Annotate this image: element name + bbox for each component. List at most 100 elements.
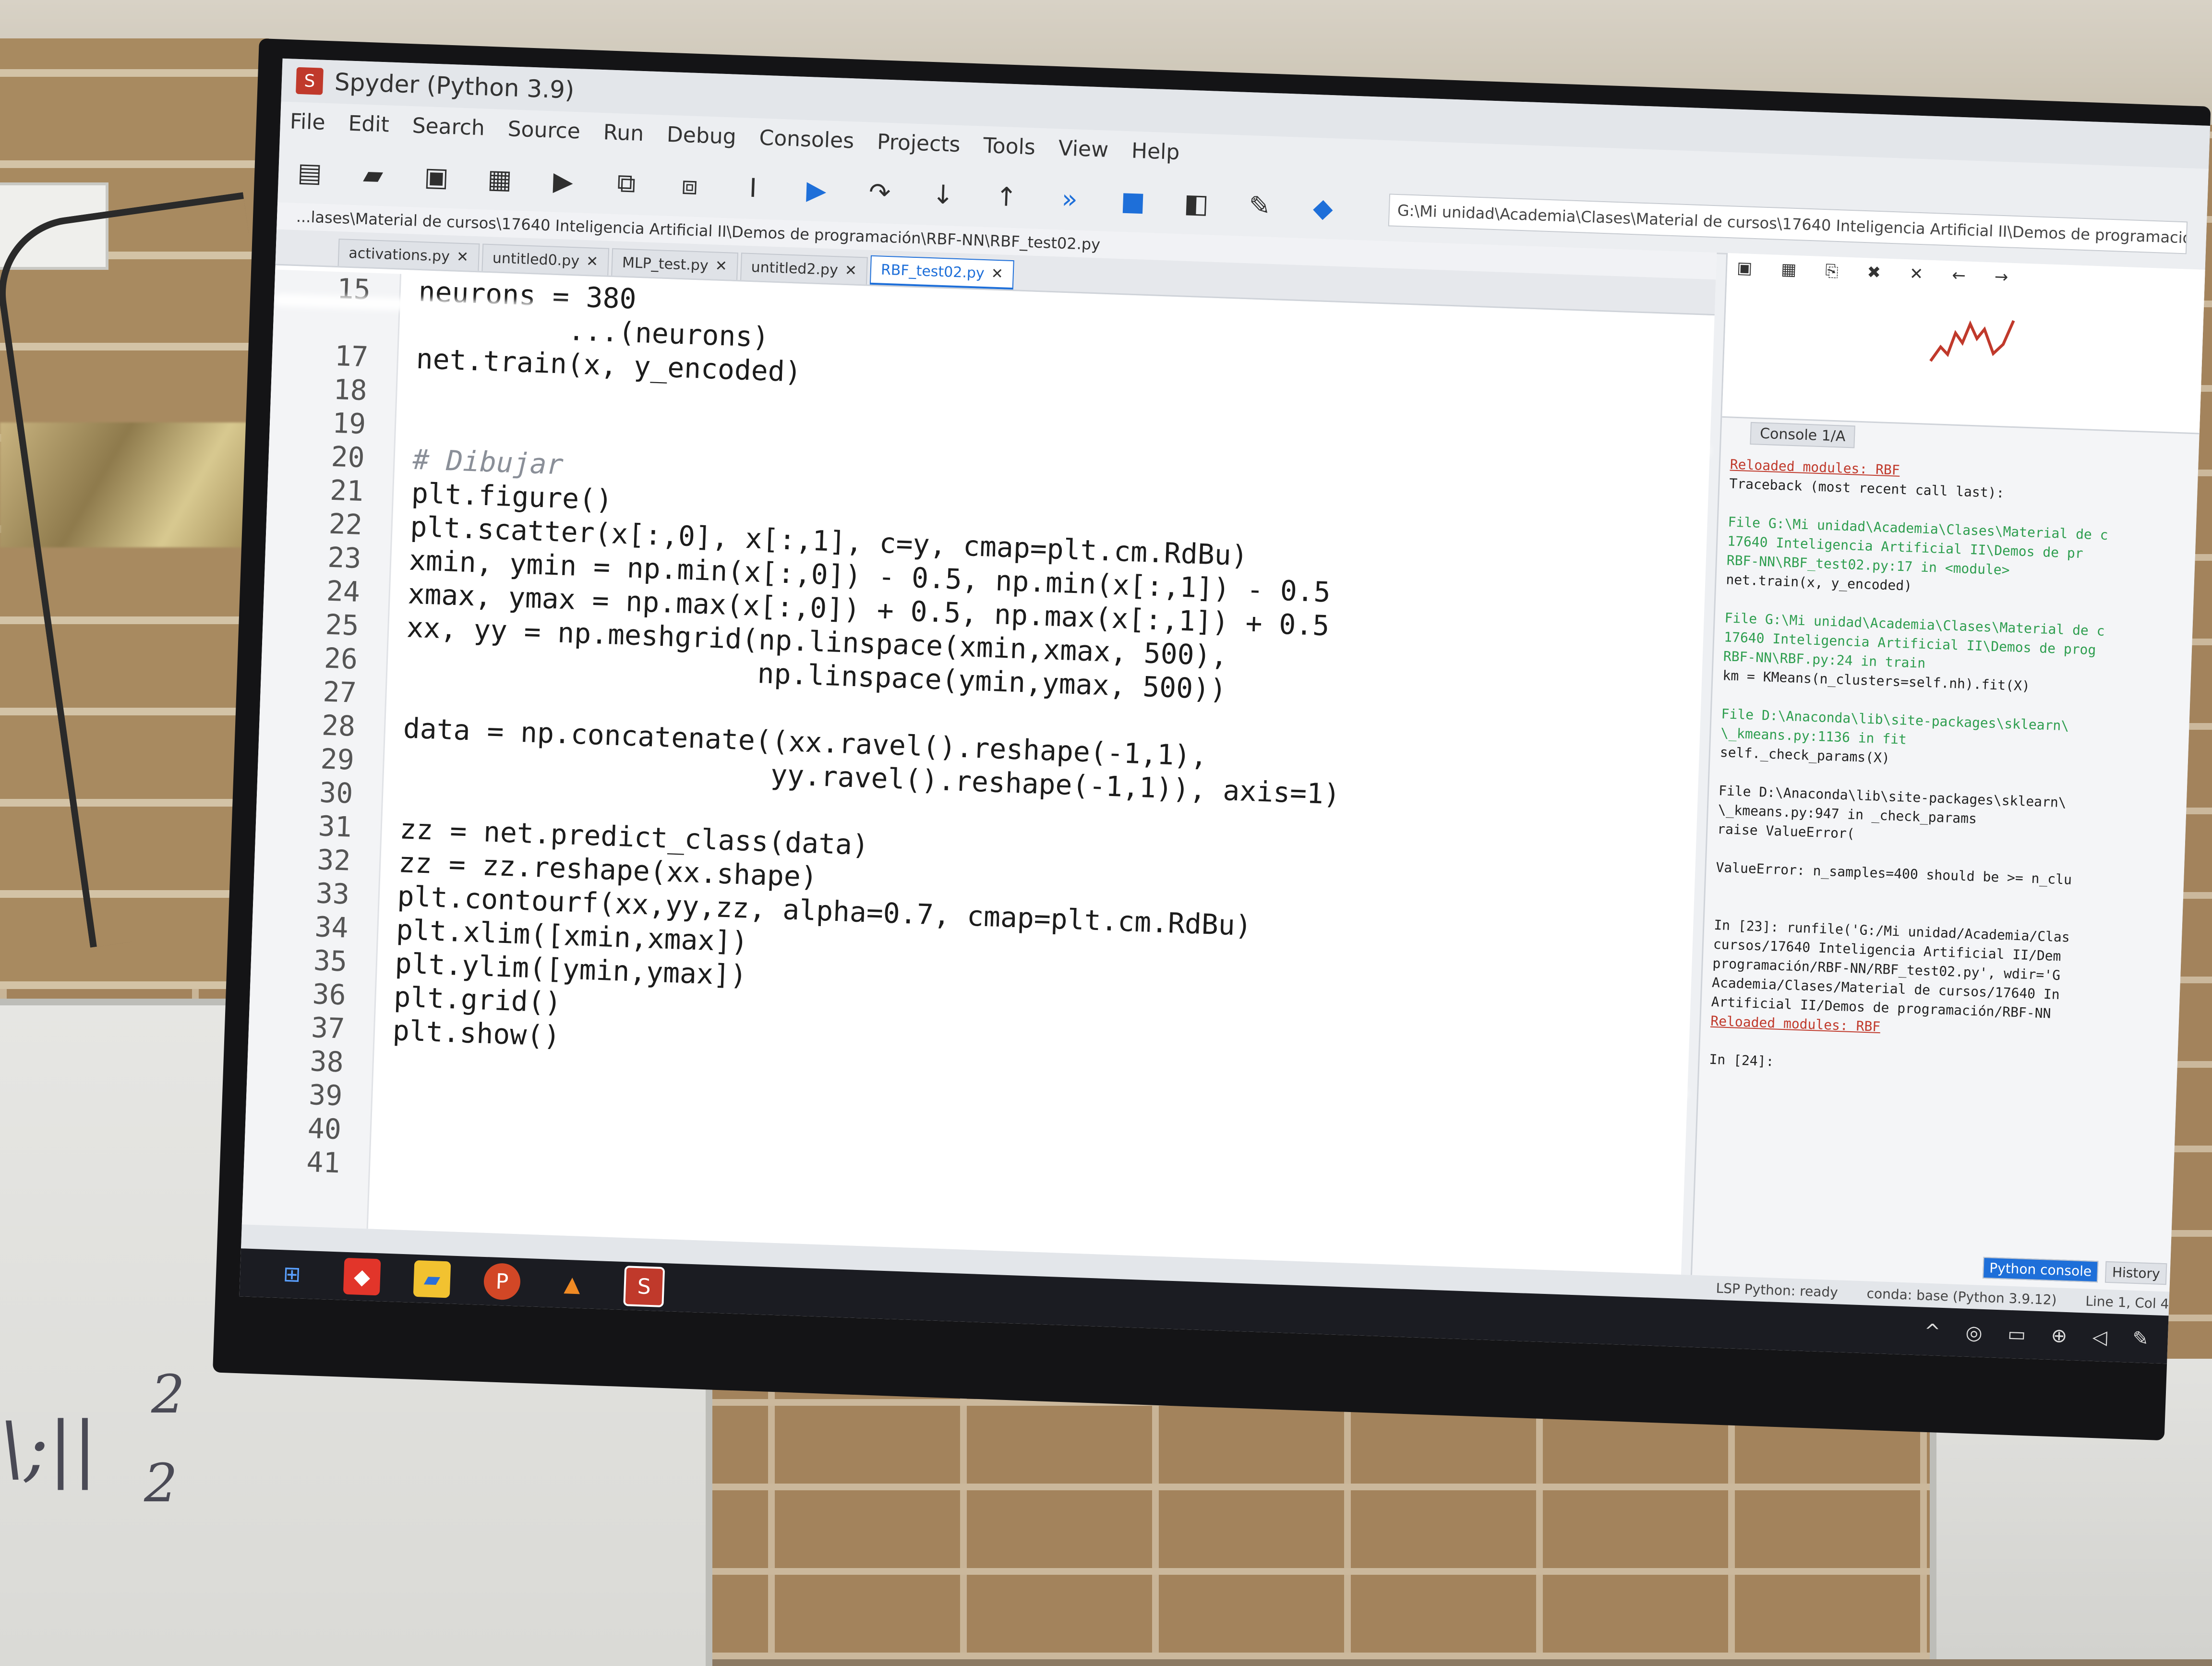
maximize-pane-icon[interactable]: ◧ — [1179, 186, 1214, 220]
network-icon[interactable]: ◎ — [1965, 1322, 1983, 1344]
menu-edit[interactable]: Edit — [348, 111, 390, 137]
open-folder-icon[interactable]: ▰ — [356, 157, 390, 192]
tab-rbf-test02[interactable]: RBF_test02.py ✕ — [869, 255, 1014, 290]
code-line: 30 — [256, 773, 401, 812]
line-number: 40 — [307, 1111, 342, 1146]
menu-source[interactable]: Source — [507, 117, 581, 144]
line-number: 36 — [312, 978, 347, 1012]
code-text: plt.grid() — [393, 980, 562, 1019]
plot-thumbnail[interactable] — [1925, 308, 2024, 379]
tab-label: activations.py — [348, 244, 450, 266]
chevron-up-icon[interactable]: ^ — [1924, 1320, 1941, 1343]
file-explorer-icon[interactable]: ▰ — [413, 1260, 451, 1298]
screen: S Spyder (Python 3.9) File Edit Search S… — [239, 58, 2211, 1364]
save-all-icon[interactable]: ▦ — [482, 161, 517, 196]
close-icon[interactable]: ✕ — [991, 266, 1003, 283]
tab-mlp-test[interactable]: MLP_test.py ✕ — [611, 248, 738, 280]
python-path-icon[interactable]: ◆ — [1306, 190, 1340, 225]
tv-monitor: S Spyder (Python 3.9) File Edit Search S… — [212, 38, 2211, 1441]
line-number: 20 — [330, 440, 365, 474]
close-icon[interactable]: ✕ — [715, 257, 727, 275]
menu-tools[interactable]: Tools — [983, 133, 1036, 159]
menu-help[interactable]: Help — [1131, 138, 1180, 164]
volume-icon[interactable]: ◁ — [2092, 1326, 2107, 1349]
powerpoint-icon[interactable]: P — [483, 1262, 521, 1301]
line-number: 34 — [314, 910, 349, 944]
new-file-icon[interactable]: ▤ — [292, 155, 327, 190]
scribble-main: \;|| — [0, 1407, 97, 1490]
close-icon[interactable]: ✕ — [456, 249, 469, 266]
line-number: 39 — [308, 1078, 343, 1112]
save-all-plots-icon[interactable]: ▦ — [1781, 260, 1797, 279]
menu-run[interactable]: Run — [603, 120, 644, 146]
matlab-icon[interactable]: ▲ — [553, 1265, 591, 1303]
remove-all-plots-icon[interactable]: ✕ — [1909, 264, 1923, 284]
stop-icon[interactable]: ■ — [1116, 184, 1150, 218]
menu-search[interactable]: Search — [412, 113, 485, 140]
code-line: 38 — [247, 1042, 392, 1080]
line-number: 17 — [334, 339, 369, 374]
tab-label: untitled2.py — [751, 259, 839, 279]
debug-icon[interactable]: ▶ — [799, 172, 833, 207]
tab-label: untitled0.py — [492, 250, 580, 270]
plots-pane: ▣ ▦ ⎘ ✖ ✕ ← → — [1722, 253, 2207, 435]
continue-icon[interactable]: » — [1052, 181, 1087, 216]
run-selection-icon[interactable]: I — [736, 170, 770, 205]
code-line: 27 — [260, 673, 405, 711]
code-text: plt.show() — [392, 1014, 561, 1053]
windows-start-icon[interactable]: ⊞ — [273, 1256, 311, 1293]
code-line: 19 — [269, 404, 414, 442]
spyder-icon[interactable]: S — [623, 1266, 665, 1308]
run-icon[interactable]: ▶ — [546, 164, 580, 198]
tab-untitled2[interactable]: untitled2.py ✕ — [740, 253, 868, 285]
pen-icon[interactable]: ✎ — [2132, 1328, 2149, 1350]
tab-activations[interactable]: activations.py ✕ — [337, 239, 480, 271]
next-plot-icon[interactable]: → — [1994, 267, 2008, 287]
menu-projects[interactable]: Projects — [877, 130, 961, 157]
line-number: 35 — [313, 944, 348, 978]
menu-consoles[interactable]: Consoles — [759, 125, 854, 153]
code-line: 18 — [270, 370, 415, 409]
line-number: 32 — [316, 843, 351, 877]
step-into-icon[interactable]: ↓ — [926, 177, 960, 212]
save-plot-icon[interactable]: ▣ — [1737, 258, 1753, 278]
remove-plot-icon[interactable]: ✖ — [1867, 263, 1881, 282]
run-cell-advance-icon[interactable]: ⧈ — [673, 168, 707, 203]
step-return-icon[interactable]: ↑ — [989, 179, 1023, 214]
save-icon[interactable]: ▣ — [419, 159, 454, 194]
code-line: 41 — [243, 1143, 388, 1181]
env-status: conda: base (Python 3.9.12) — [1866, 1285, 2057, 1308]
menu-file[interactable]: File — [289, 109, 325, 135]
line-number: 21 — [329, 473, 364, 508]
editor-pane: ...lases\Material de cursos\17640 Inteli… — [241, 202, 1717, 1275]
preferences-icon[interactable]: ✎ — [1242, 188, 1277, 223]
battery-icon[interactable]: ▭ — [2007, 1323, 2026, 1346]
line-number — [274, 320, 398, 324]
code-editor[interactable]: 15 neurons = 380 ...(neurons) 17 net.train(… — [241, 269, 1715, 1274]
console-tab[interactable]: Console 1/A — [1750, 422, 1856, 448]
line-number: 24 — [325, 574, 361, 609]
ipython-console[interactable]: Reloaded modules: RBF Traceback (most rec… — [1704, 455, 2191, 1229]
line-number: 22 — [328, 507, 363, 542]
tab-python-console[interactable]: Python console — [1982, 1256, 2099, 1283]
line-number: 25 — [325, 608, 360, 642]
prev-plot-icon[interactable]: ← — [1952, 266, 1966, 285]
globe-icon[interactable]: ⊕ — [2051, 1325, 2068, 1347]
close-icon[interactable]: ✕ — [844, 262, 857, 279]
line-number: 31 — [317, 809, 352, 844]
red-app-icon[interactable]: ◆ — [343, 1257, 381, 1296]
tab-untitled0[interactable]: untitled0.py ✕ — [481, 243, 610, 276]
copy-plot-icon[interactable]: ⎘ — [1825, 261, 1839, 281]
menu-view[interactable]: View — [1058, 136, 1109, 162]
line-number: 18 — [333, 373, 368, 407]
menu-debug[interactable]: Debug — [666, 122, 736, 149]
run-cell-icon[interactable]: ⧉ — [609, 166, 644, 201]
close-icon[interactable]: ✕ — [586, 253, 598, 270]
tab-label: RBF_test02.py — [880, 261, 985, 282]
tab-label: MLP_test.py — [622, 254, 709, 274]
spyder-logo-icon: S — [296, 67, 324, 95]
tab-history[interactable]: History — [2105, 1261, 2167, 1285]
step-icon[interactable]: ↷ — [862, 175, 897, 209]
right-pane: ▣ ▦ ⎘ ✖ ✕ ← → Console 1/A Reloaded modul… — [1690, 253, 2207, 1292]
